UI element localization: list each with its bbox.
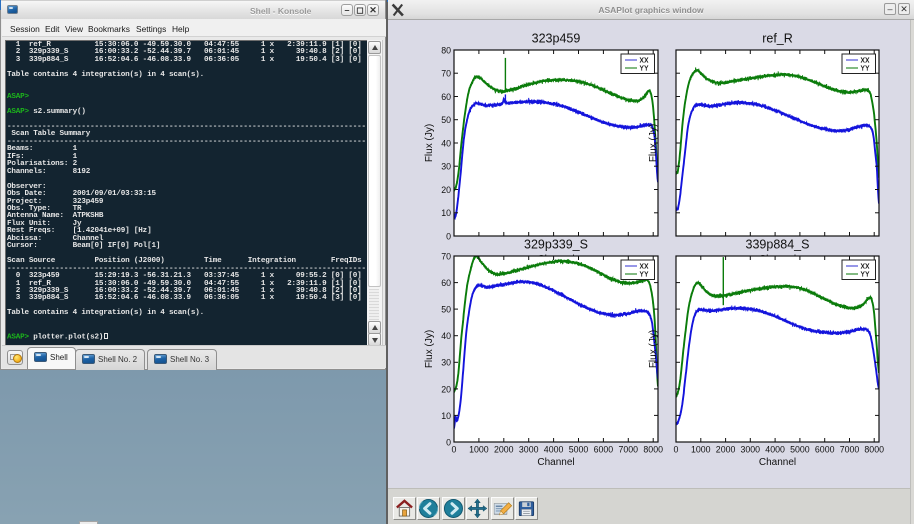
svg-text:Flux (Jy): Flux (Jy) bbox=[424, 124, 435, 162]
svg-text:7000: 7000 bbox=[840, 445, 860, 455]
svg-text:0: 0 bbox=[674, 445, 679, 455]
svg-text:80: 80 bbox=[441, 45, 451, 55]
svg-text:6000: 6000 bbox=[594, 445, 614, 455]
svg-text:323p459: 323p459 bbox=[532, 32, 581, 46]
svg-text:1000: 1000 bbox=[469, 445, 489, 455]
svg-text:3000: 3000 bbox=[741, 445, 761, 455]
svg-text:8000: 8000 bbox=[864, 445, 884, 455]
svg-text:50: 50 bbox=[441, 305, 451, 315]
svg-text:50: 50 bbox=[441, 115, 451, 125]
svg-text:20: 20 bbox=[441, 185, 451, 195]
svg-text:Flux (Jy): Flux (Jy) bbox=[648, 124, 659, 162]
svg-text:0: 0 bbox=[452, 445, 457, 455]
svg-text:ref_R: ref_R bbox=[762, 32, 793, 46]
svg-text:2000: 2000 bbox=[716, 445, 736, 455]
svg-text:30: 30 bbox=[441, 358, 451, 368]
svg-text:6000: 6000 bbox=[815, 445, 835, 455]
svg-text:60: 60 bbox=[441, 92, 451, 102]
svg-text:0: 0 bbox=[446, 231, 451, 241]
svg-text:4000: 4000 bbox=[544, 445, 564, 455]
svg-text:Flux (Jy): Flux (Jy) bbox=[648, 330, 659, 368]
svg-text:3000: 3000 bbox=[519, 445, 539, 455]
svg-text:339p884_S: 339p884_S bbox=[746, 238, 810, 252]
svg-text:40: 40 bbox=[441, 138, 451, 148]
svg-text:Channel: Channel bbox=[537, 457, 574, 468]
svg-text:30: 30 bbox=[441, 162, 451, 172]
svg-text:20: 20 bbox=[441, 384, 451, 394]
svg-text:Channel: Channel bbox=[759, 457, 796, 468]
svg-text:7000: 7000 bbox=[619, 445, 639, 455]
svg-text:Flux (Jy): Flux (Jy) bbox=[424, 330, 435, 368]
svg-text:1000: 1000 bbox=[691, 445, 711, 455]
svg-text:0: 0 bbox=[446, 437, 451, 447]
svg-text:5000: 5000 bbox=[790, 445, 810, 455]
svg-text:4000: 4000 bbox=[765, 445, 785, 455]
svg-text:5000: 5000 bbox=[569, 445, 589, 455]
svg-text:329p339_S: 329p339_S bbox=[524, 238, 588, 252]
svg-text:40: 40 bbox=[441, 331, 451, 341]
svg-text:70: 70 bbox=[441, 251, 451, 261]
svg-text:2000: 2000 bbox=[494, 445, 514, 455]
svg-text:10: 10 bbox=[441, 411, 451, 421]
svg-text:70: 70 bbox=[441, 69, 451, 79]
svg-text:8000: 8000 bbox=[643, 445, 663, 455]
svg-text:60: 60 bbox=[441, 278, 451, 288]
svg-text:10: 10 bbox=[441, 208, 451, 218]
